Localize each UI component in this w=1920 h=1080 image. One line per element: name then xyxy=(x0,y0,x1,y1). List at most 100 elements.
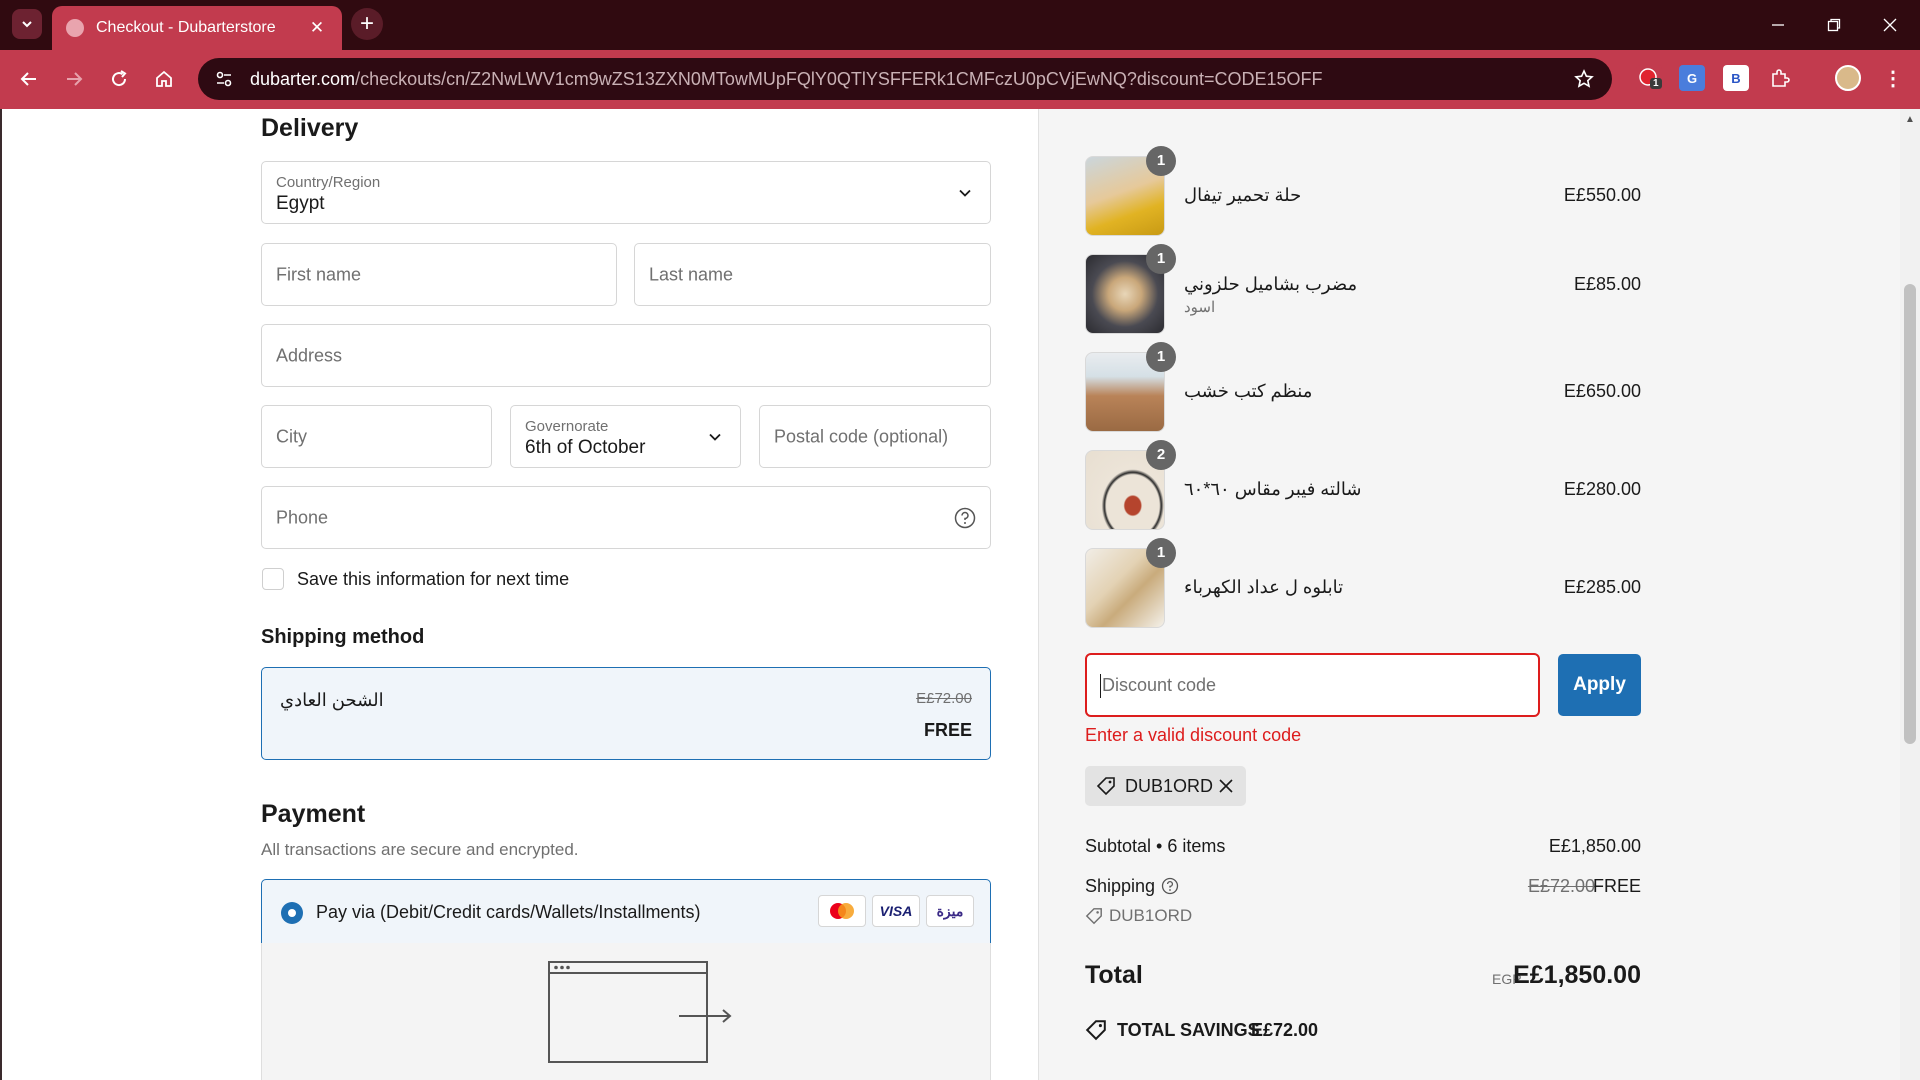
url-host: dubarter.com xyxy=(250,68,356,89)
restore-icon[interactable] xyxy=(1806,0,1862,50)
tag-icon xyxy=(1096,777,1115,796)
discount-code-input[interactable]: Discount code xyxy=(1085,653,1540,717)
governorate-label: Governorate xyxy=(525,418,609,435)
item-variant: اسود xyxy=(1184,299,1216,316)
help-circle-icon[interactable] xyxy=(954,507,976,529)
visa-icon: VISA xyxy=(872,895,920,927)
new-tab-button[interactable]: + xyxy=(351,8,383,40)
governorate-select[interactable]: Governorate 6th of October xyxy=(510,405,741,468)
visa-label: VISA xyxy=(879,903,913,919)
window-edge xyxy=(0,109,2,1080)
subtotal-value: E£1,850.00 xyxy=(1548,836,1641,856)
home-icon[interactable] xyxy=(146,61,182,97)
delivery-heading: Delivery xyxy=(261,114,359,142)
apply-discount-button[interactable]: Apply xyxy=(1558,654,1641,716)
meeza-label: ميزة xyxy=(936,902,964,919)
save-info-label: Save this information for next time xyxy=(297,569,570,589)
payment-option-label: Pay via (Debit/Credit cards/Wallets/Inst… xyxy=(316,902,701,922)
order-item: 1 مضرب بشاميل حلزوني اسود E£85.00 xyxy=(1085,244,1641,334)
payment-radio[interactable] xyxy=(281,902,303,924)
shipping-discount-code: DUB1ORD xyxy=(1109,906,1193,925)
item-price: E£650.00 xyxy=(1563,381,1641,401)
profile-avatar[interactable] xyxy=(1835,65,1861,91)
tag-icon xyxy=(1085,908,1102,925)
quantity-badge: 1 xyxy=(1146,244,1176,274)
payment-subtitle: All transactions are secure and encrypte… xyxy=(261,840,579,859)
discount-error-message: Enter a valid discount code xyxy=(1085,725,1302,745)
order-item: 1 تابلوه ل عداد الكهرباء E£285.00 xyxy=(1085,538,1641,628)
browser-redirect-icon xyxy=(548,961,732,1063)
save-info-checkbox[interactable] xyxy=(262,568,284,590)
savings-value: E£72.00 xyxy=(1251,1020,1319,1040)
globe-icon xyxy=(66,19,84,37)
applied-code-label: DUB1ORD xyxy=(1125,776,1214,796)
last-name-field[interactable]: Last name xyxy=(634,243,991,306)
item-name: تابلوه ل عداد الكهرباء xyxy=(1184,577,1344,597)
address-bar[interactable]: dubarter.com/checkouts/cn/Z2NwLWV1cm9wZS… xyxy=(198,58,1612,100)
shipping-original-price: E£72.00 xyxy=(916,690,972,707)
country-label: Country/Region xyxy=(276,174,381,191)
extension-record-icon[interactable]: 1 xyxy=(1636,65,1662,91)
payment-option[interactable]: Pay via (Debit/Credit cards/Wallets/Inst… xyxy=(261,879,991,944)
close-window-icon[interactable] xyxy=(1862,0,1918,50)
governorate-value: 6th of October xyxy=(525,437,646,458)
order-item: 1 حلة تحمير تيفال E£550.00 xyxy=(1085,146,1641,236)
payment-heading: Payment xyxy=(261,800,366,828)
scrollbar-thumb[interactable] xyxy=(1904,284,1916,744)
item-name: مضرب بشاميل حلزوني xyxy=(1184,274,1358,294)
item-price: E£550.00 xyxy=(1563,185,1641,205)
city-placeholder: City xyxy=(276,426,307,446)
chevron-down-icon xyxy=(22,21,32,28)
reload-icon[interactable] xyxy=(101,61,137,97)
tab-close-icon[interactable]: ✕ xyxy=(306,18,328,38)
bookmark-star-icon[interactable] xyxy=(1572,67,1596,91)
phone-placeholder: Phone xyxy=(276,507,329,527)
country-value: Egypt xyxy=(276,193,325,214)
subtotal-label: Subtotal • 6 items xyxy=(1085,836,1226,856)
phone-field[interactable]: Phone xyxy=(261,486,991,549)
city-field[interactable]: City xyxy=(261,405,492,468)
shipping-option-name: الشحن العادي xyxy=(280,690,384,710)
item-name: شالته فيبر مقاس ٦٠*٦٠ xyxy=(1184,479,1362,499)
item-name: حلة تحمير تيفال xyxy=(1184,185,1302,205)
back-icon[interactable] xyxy=(11,61,47,97)
tab-search-button[interactable] xyxy=(12,9,42,39)
help-circle-icon[interactable] xyxy=(1161,877,1179,895)
order-item: 2 شالته فيبر مقاس ٦٠*٦٠ E£280.00 xyxy=(1085,440,1641,530)
first-name-placeholder: First name xyxy=(276,264,362,284)
site-info-icon[interactable] xyxy=(212,67,236,91)
item-price: E£285.00 xyxy=(1563,577,1641,597)
order-item: 1 منظم كتب خشب E£650.00 xyxy=(1085,342,1641,432)
scroll-up-icon[interactable]: ▲ xyxy=(1904,115,1916,125)
shipping-original-value: E£72.00 xyxy=(1527,876,1595,896)
extension-b-icon[interactable]: B xyxy=(1723,65,1749,91)
first-name-field[interactable]: First name xyxy=(261,243,617,306)
forward-icon[interactable] xyxy=(56,61,92,97)
meeza-icon: ميزة xyxy=(926,895,974,927)
quantity-badge: 1 xyxy=(1146,538,1176,568)
item-price: E£85.00 xyxy=(1573,274,1641,294)
extensions-puzzle-icon[interactable] xyxy=(1767,65,1793,91)
quantity-badge: 1 xyxy=(1146,342,1176,372)
last-name-placeholder: Last name xyxy=(649,264,734,284)
shipping-label: Shipping xyxy=(1085,876,1156,896)
url-path: /checkouts/cn/Z2NwLWV1cm9wZS13ZXN0MTowMU… xyxy=(355,68,1323,89)
shipping-option[interactable]: الشحن العادي E£72.00 FREE xyxy=(261,667,991,760)
address-placeholder: Address xyxy=(276,345,343,365)
savings-tag-icon xyxy=(1085,1020,1106,1041)
translate-icon[interactable]: G xyxy=(1679,65,1705,91)
savings-label: TOTAL SAVINGS xyxy=(1117,1020,1260,1040)
mastercard-icon xyxy=(818,895,866,927)
postal-code-placeholder: Postal code (optional) xyxy=(774,426,949,446)
shipping-method-heading: Shipping method xyxy=(261,626,425,648)
minimize-icon[interactable] xyxy=(1750,0,1806,50)
postal-code-field[interactable]: Postal code (optional) xyxy=(759,405,991,468)
country-select[interactable]: Country/Region Egypt xyxy=(261,161,991,224)
address-field[interactable]: Address xyxy=(261,324,991,387)
discount-placeholder: Discount code xyxy=(1102,675,1217,695)
item-name: منظم كتب خشب xyxy=(1184,381,1313,401)
remove-discount-icon[interactable] xyxy=(1218,778,1234,794)
total-label: Total xyxy=(1085,961,1143,989)
browser-menu-icon[interactable]: ⋮ xyxy=(1880,65,1906,91)
active-tab[interactable]: Checkout - Dubarterstore ✕ xyxy=(52,6,342,50)
